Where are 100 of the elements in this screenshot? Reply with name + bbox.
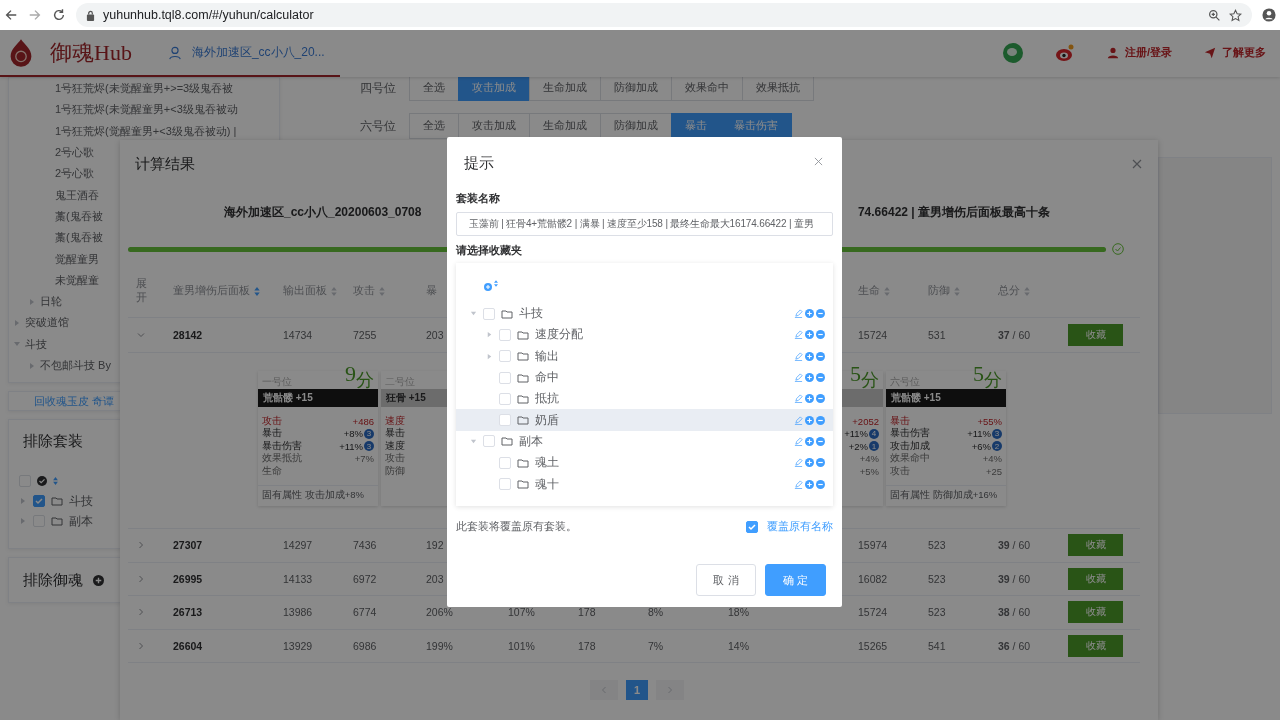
- minus-icon[interactable]: [816, 394, 825, 404]
- folder-name[interactable]: 副本: [519, 433, 543, 449]
- filter-option[interactable]: 攻击加成: [458, 75, 530, 101]
- edit-icon[interactable]: [794, 479, 803, 489]
- logo-icon[interactable]: [8, 37, 34, 68]
- account-icon[interactable]: [1262, 8, 1276, 22]
- collect-button[interactable]: 收藏: [1068, 324, 1123, 346]
- column-header[interactable]: 暴: [426, 284, 437, 298]
- close-icon[interactable]: [1132, 159, 1142, 169]
- checkbox[interactable]: [746, 521, 758, 533]
- zoom-icon[interactable]: [1208, 8, 1221, 22]
- tree-item[interactable]: 突破道馆: [25, 315, 69, 331]
- plus-icon[interactable]: [805, 458, 814, 468]
- star-icon[interactable]: [1229, 8, 1242, 22]
- tree-item[interactable]: 2号心歌: [55, 166, 95, 182]
- caret-icon[interactable]: [486, 352, 493, 360]
- edit-icon[interactable]: [794, 436, 803, 446]
- minus-icon[interactable]: [816, 479, 825, 489]
- plus-icon[interactable]: [805, 351, 814, 361]
- folder-name[interactable]: 魂十: [535, 476, 559, 492]
- forward-icon[interactable]: [28, 8, 42, 22]
- input-field[interactable]: 玉藻前 | 狂骨4+荒骷髅2 | 满暴 | 速度至少158 | 最终生命最大16174.66422 | 童男: [456, 212, 833, 236]
- tree-item[interactable]: 1号狂荒烬(未觉醒童男+<3级鬼吞被动: [55, 102, 238, 118]
- collect-button[interactable]: 收藏: [1068, 634, 1123, 657]
- check-circle-icon[interactable]: [37, 476, 47, 486]
- folder-name[interactable]: 奶盾: [535, 412, 559, 428]
- plus-icon[interactable]: [805, 415, 814, 425]
- folder-name[interactable]: 速度分配: [535, 327, 583, 343]
- folder-name[interactable]: 输出: [535, 348, 559, 364]
- minus-icon[interactable]: [816, 309, 825, 319]
- filter-option[interactable]: 生命加成: [529, 75, 601, 101]
- minus-icon[interactable]: [816, 458, 825, 468]
- page-button[interactable]: 1: [626, 680, 648, 700]
- login-link[interactable]: 注册/登录: [1106, 45, 1172, 60]
- edit-icon[interactable]: [794, 415, 803, 425]
- expand-icon[interactable]: [136, 640, 146, 651]
- sort-icon[interactable]: [884, 286, 890, 296]
- caret-icon[interactable]: [486, 331, 493, 339]
- tree-item[interactable]: 1号狂荒烬(未觉醒童男+>=3级鬼吞被: [55, 81, 234, 97]
- eye-icon[interactable]: [1054, 42, 1075, 63]
- minus-icon[interactable]: [816, 351, 825, 361]
- caret-icon[interactable]: [19, 497, 27, 505]
- edit-icon[interactable]: [794, 351, 803, 361]
- plus-icon[interactable]: [805, 373, 814, 383]
- caret-icon[interactable]: [19, 517, 27, 525]
- filter-option[interactable]: 全选: [409, 113, 459, 139]
- plus-icon[interactable]: [805, 479, 814, 489]
- tree-item[interactable]: 藁(鬼吞被: [55, 230, 103, 246]
- checkbox-label[interactable]: 覆盖原有名称: [767, 520, 833, 534]
- address-bar[interactable]: yuhunhub.tql8.com/#/yuhun/calculator: [76, 3, 1252, 27]
- folder-name[interactable]: 命中: [535, 370, 559, 386]
- edit-icon[interactable]: [794, 309, 803, 319]
- filter-option[interactable]: 效果抵抗: [742, 75, 814, 101]
- expand-icon[interactable]: [136, 573, 146, 584]
- plus-icon[interactable]: [93, 574, 104, 586]
- more-link[interactable]: 了解更多: [1204, 45, 1266, 60]
- recycle-link[interactable]: 回收魂玉皮 奇谭: [34, 393, 115, 409]
- edit-icon[interactable]: [794, 373, 803, 383]
- tree-item[interactable]: 鬼王酒吞: [55, 187, 99, 203]
- tree-item[interactable]: 2号心歌: [55, 145, 95, 161]
- expand-icon[interactable]: [136, 607, 146, 618]
- back-icon[interactable]: [4, 8, 18, 22]
- collect-button[interactable]: 收藏: [1068, 534, 1123, 557]
- sort-icon[interactable]: [379, 286, 385, 296]
- tree-item[interactable]: 斗技: [25, 336, 47, 352]
- filter-option[interactable]: 暴击伤害: [720, 113, 792, 139]
- minus-icon[interactable]: [816, 373, 825, 383]
- caret-icon[interactable]: [470, 437, 477, 445]
- minus-icon[interactable]: [816, 436, 825, 446]
- user-name[interactable]: 海外加速区_cc小八_20...: [191, 44, 325, 61]
- minus-icon[interactable]: [816, 415, 825, 425]
- minus-icon[interactable]: [816, 330, 825, 340]
- tree-item[interactable]: 不包邮斗技 By: [40, 358, 111, 373]
- plus-icon[interactable]: [484, 283, 492, 291]
- collect-button[interactable]: 收藏: [1068, 601, 1123, 624]
- folder-name[interactable]: 斗技: [69, 493, 93, 509]
- plus-icon[interactable]: [805, 330, 814, 340]
- edit-icon[interactable]: [794, 394, 803, 404]
- sort-icon[interactable]: [254, 286, 260, 296]
- plus-icon[interactable]: [805, 394, 814, 404]
- sort-icon[interactable]: [1024, 286, 1030, 296]
- cancel-button[interactable]: 取 消: [696, 564, 756, 596]
- caret-icon[interactable]: [470, 310, 477, 318]
- folder-name[interactable]: 副本: [69, 513, 93, 529]
- reload-icon[interactable]: [52, 8, 66, 22]
- plus-icon[interactable]: [805, 436, 814, 446]
- expand-icon[interactable]: [136, 330, 146, 340]
- sort-icon[interactable]: [331, 286, 337, 296]
- confirm-button[interactable]: 确 定: [765, 564, 826, 596]
- sort-icon[interactable]: [494, 279, 498, 287]
- tree-item[interactable]: 1号狂荒烬(觉醒童男+<3级鬼吞被动) |: [55, 123, 237, 139]
- tree-item[interactable]: 日轮: [40, 294, 62, 310]
- caret-icon[interactable]: [13, 318, 21, 327]
- caret-icon[interactable]: [28, 361, 36, 370]
- expand-icon[interactable]: [136, 540, 146, 551]
- edit-icon[interactable]: [794, 458, 803, 468]
- folder-name[interactable]: 斗技: [519, 306, 543, 322]
- tree-item[interactable]: 未觉醒童: [55, 272, 99, 288]
- chat-icon[interactable]: [1002, 42, 1023, 63]
- folder-name[interactable]: 抵抗: [535, 391, 559, 407]
